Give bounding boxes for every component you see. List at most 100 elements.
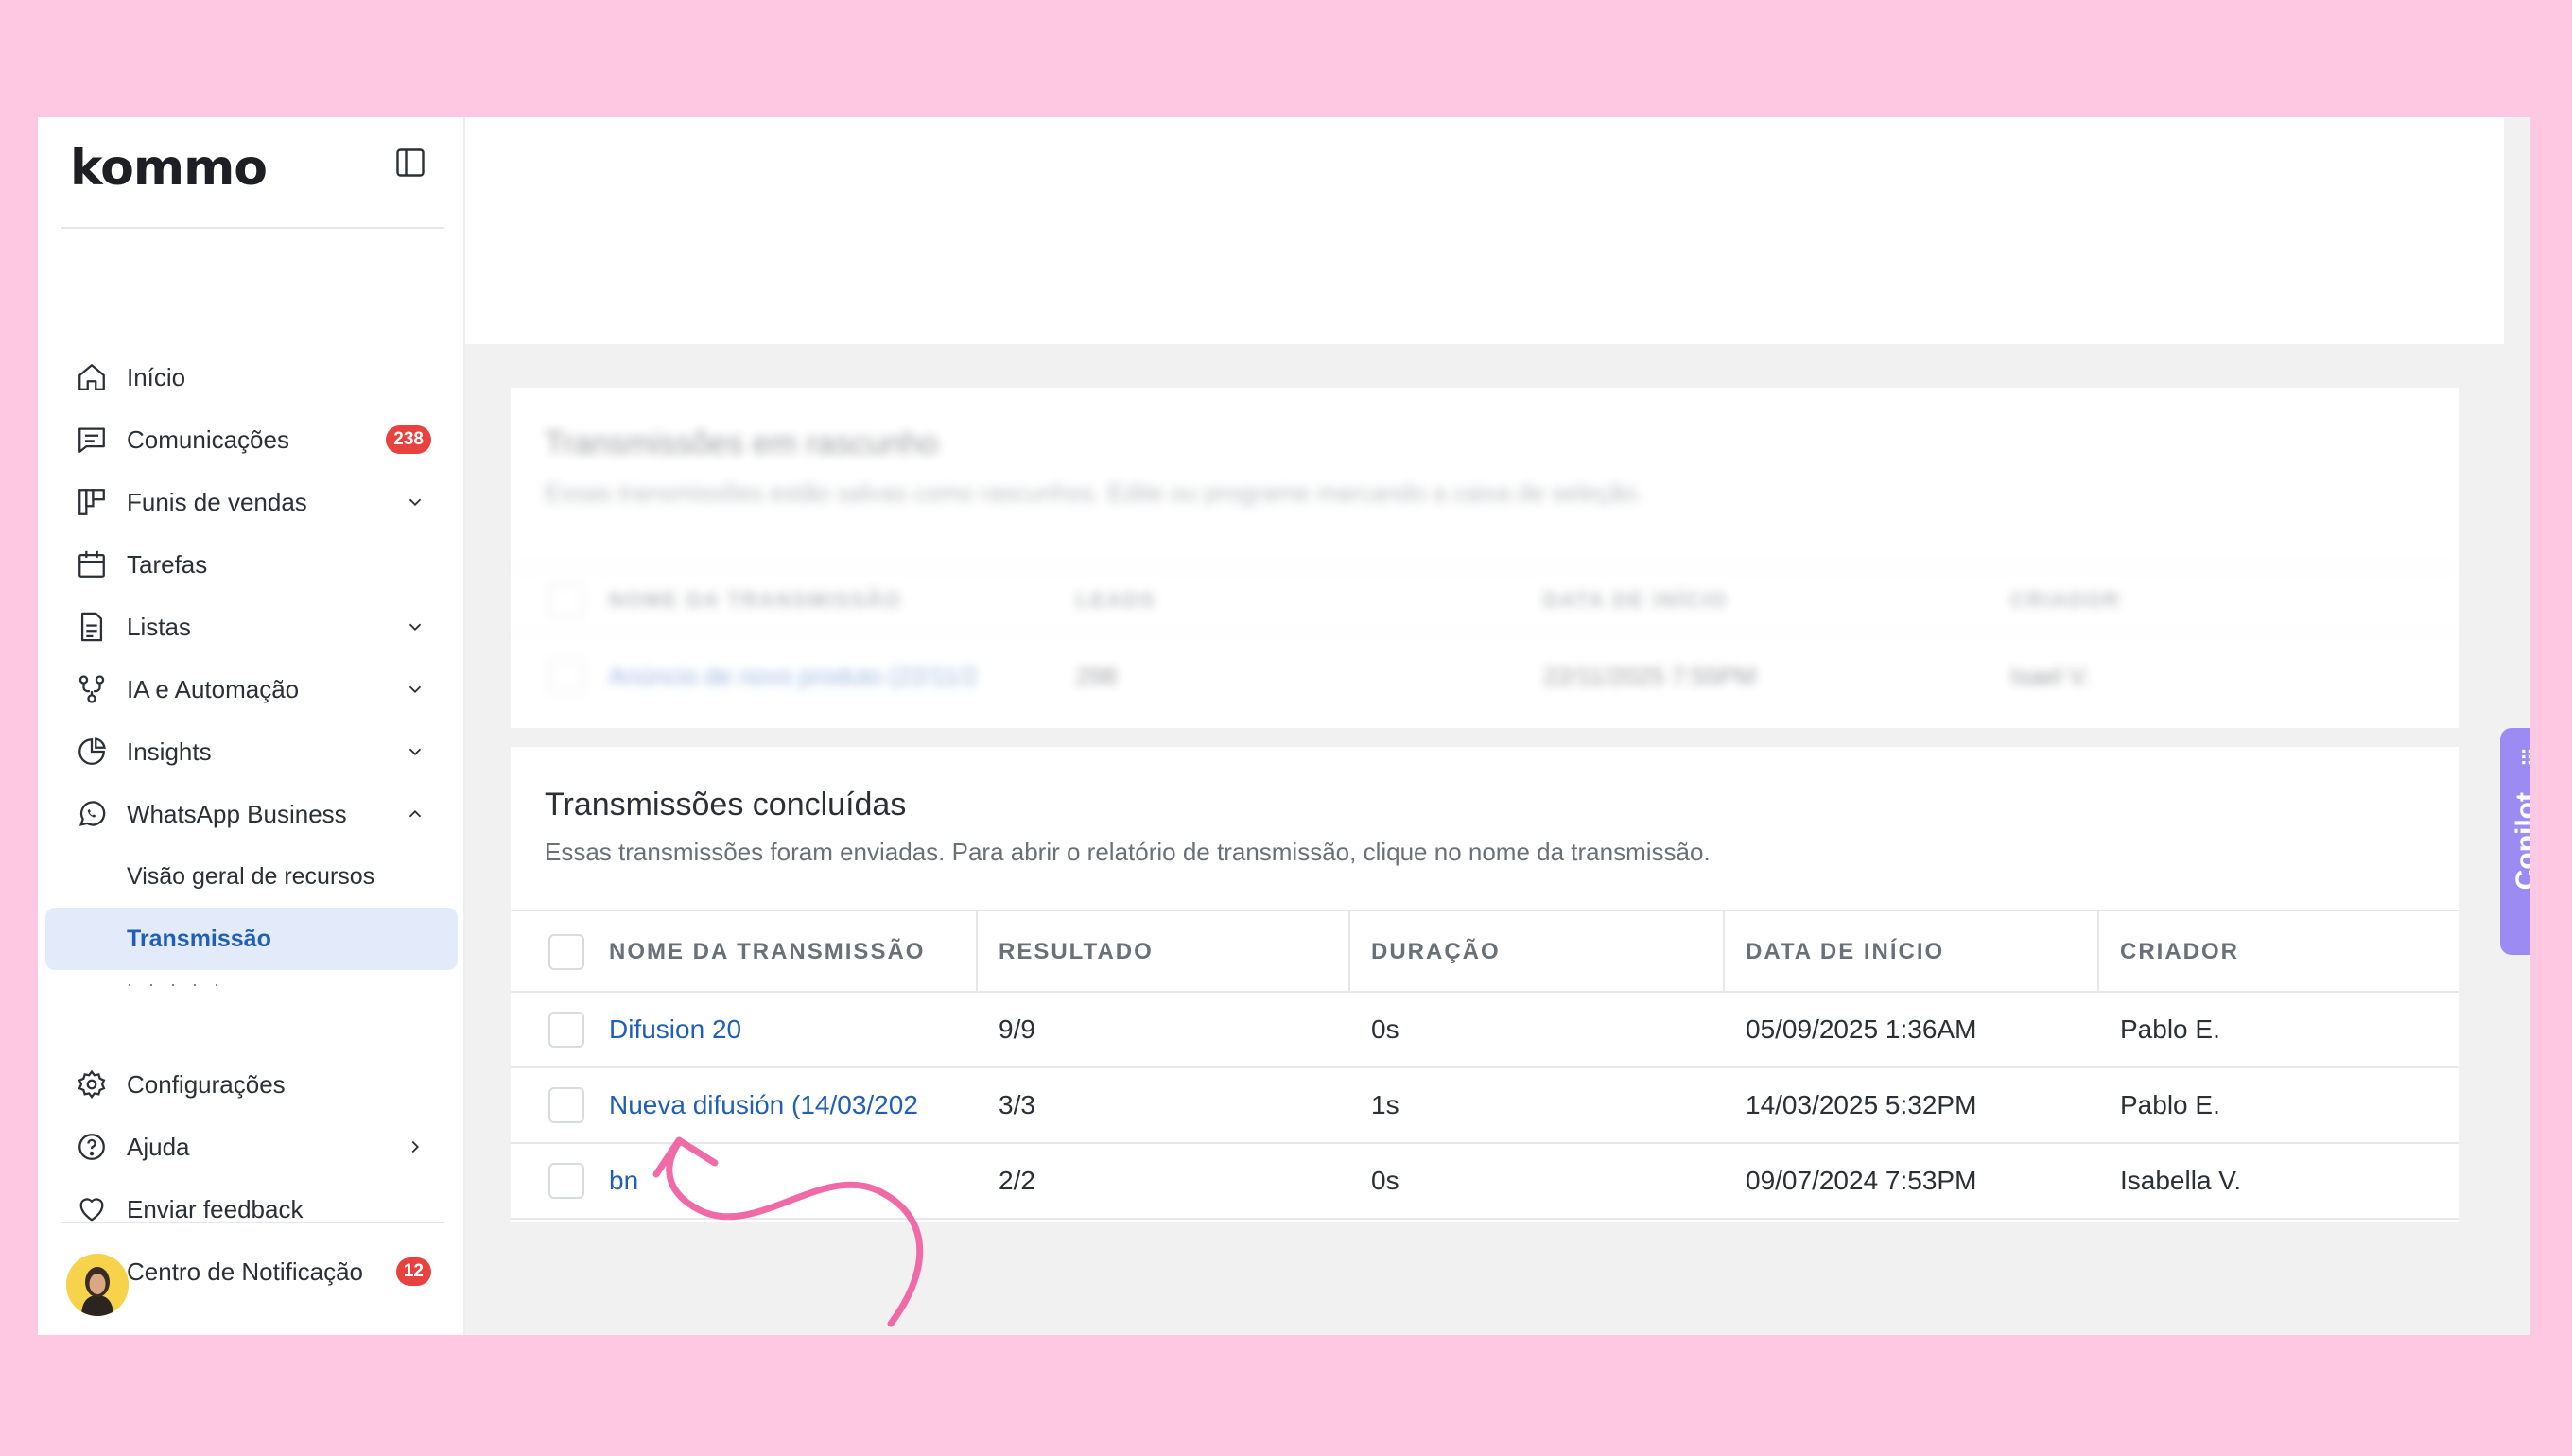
copilot-tab[interactable]: ⠿ Copilot	[2500, 728, 2530, 955]
start-date-cell: 14/03/2025 5:32PM	[1746, 1090, 1977, 1119]
top-card	[465, 117, 2504, 344]
table-row[interactable]: bn 2/2 0s 09/07/2024 7:53PM Isabella V.	[511, 1144, 2459, 1220]
whatsapp-icon	[74, 796, 110, 832]
section-title: Transmissões concluídas	[545, 787, 907, 823]
column-header: NOME DA TRANSMISSÃO	[609, 588, 902, 612]
result-cell: 9/9	[999, 1014, 1035, 1044]
section-subtitle: Essas transmissões foram enviadas. Para …	[545, 838, 1711, 866]
creator-cell: Pablo E.	[2120, 1090, 2220, 1119]
start-date-cell: 05/09/2025 1:36AM	[1746, 1014, 1977, 1044]
list-icon	[74, 609, 110, 645]
calendar-icon	[74, 546, 110, 582]
sidebar-item-insights[interactable]: Insights	[45, 720, 458, 783]
row-checkbox[interactable]	[548, 1012, 584, 1048]
select-all-checkbox[interactable]	[548, 582, 584, 618]
sidebar-item-label: Tarefas	[127, 549, 208, 579]
sidebar-item-ajuda[interactable]: Ajuda	[45, 1116, 458, 1178]
chevron-down-icon[interactable]	[401, 675, 429, 703]
duration-cell: 0s	[1371, 1166, 1399, 1195]
column-header: LEADS	[1076, 588, 1156, 612]
table-row[interactable]: Nueva difusión (14/03/202 3/3 1s 14/03/2…	[511, 1068, 2459, 1144]
sidebar-item-tarefas[interactable]: Tarefas	[45, 533, 458, 596]
chevron-up-icon[interactable]	[401, 800, 429, 828]
sidebar-item-label: Centro de Notificação	[127, 1257, 364, 1286]
app-window: kommo Início Comunicações 238 Funis de v…	[38, 117, 2530, 1335]
column-header-creator[interactable]: CRIADOR	[2099, 911, 2459, 993]
sidebar-item-label: Ajuda	[127, 1132, 190, 1161]
sidebar-divider	[61, 1222, 444, 1223]
broadcast-name-link[interactable]: Anúncio de novo produto (22/11/2	[609, 662, 978, 691]
panel-icon	[396, 148, 425, 177]
sidebar-item-label: Início	[127, 362, 186, 391]
drag-handle-icon[interactable]: ⠿	[2519, 749, 2530, 770]
leads-count: 298	[1076, 661, 1118, 690]
sidebar-item-label: Funis de vendas	[127, 487, 307, 516]
avatar[interactable]	[66, 1254, 129, 1316]
sidebar-item-label: IA e Automação	[127, 674, 300, 703]
column-header: DATA DE INÍCIO	[1543, 588, 1729, 612]
sidebar-item-label: Listas	[127, 612, 191, 641]
duration-cell: 0s	[1371, 1014, 1399, 1044]
sidebar-item-listas[interactable]: Listas	[45, 596, 458, 658]
duration-cell: 1s	[1371, 1090, 1399, 1119]
sidebar-item-label: Comunicações	[127, 425, 289, 454]
start-date: 22/11/2025 7:55PM	[1543, 661, 1757, 690]
row-checkbox[interactable]	[548, 658, 584, 694]
sidebar-item-inicio[interactable]: Início	[45, 346, 458, 408]
sidebar-subitem-visao-geral[interactable]: Visão geral de recursos	[45, 845, 458, 908]
chevron-right-icon[interactable]	[401, 1133, 429, 1161]
sidebar-item-enviar-feedback[interactable]: Enviar feedback	[45, 1178, 458, 1240]
pipeline-icon	[74, 484, 110, 520]
completed-broadcasts-table: NOME DA TRANSMISSÃO RESULTADO DURAÇÃO DA…	[511, 910, 2459, 1220]
chat-icon	[74, 422, 110, 458]
logo-text: kommo	[70, 140, 268, 197]
creator: Isael V.	[2010, 661, 2091, 690]
broadcast-name-link[interactable]: Nueva difusión (14/03/202	[588, 1068, 978, 1142]
column-header-result[interactable]: RESULTADO	[978, 911, 1350, 993]
sidebar-subitem-transmissao[interactable]: Transmissão	[45, 908, 458, 970]
sidebar-item-ia-automacao[interactable]: IA e Automação	[45, 658, 458, 720]
select-all-checkbox[interactable]	[548, 934, 584, 970]
notification-badge: 12	[395, 1257, 431, 1286]
chevron-down-icon[interactable]	[401, 613, 429, 641]
user-avatar-icon	[66, 1254, 129, 1316]
sidebar-subitem-truncated[interactable]: · · · · ·	[45, 970, 458, 995]
sidebar-item-comunicacoes[interactable]: Comunicações 238	[45, 408, 458, 471]
sidebar-item-label: Insights	[127, 737, 212, 766]
help-icon	[74, 1129, 110, 1165]
sidebar-item-configuracoes[interactable]: Configurações	[45, 1053, 458, 1116]
column-header: CRIADOR	[2010, 588, 2121, 612]
pie-chart-icon	[74, 734, 110, 770]
table-header: NOME DA TRANSMISSÃO LEADS DATA DE INÍCIO…	[511, 565, 2459, 635]
unread-badge: 238	[386, 425, 431, 454]
gear-icon	[74, 1066, 110, 1102]
table-header: NOME DA TRANSMISSÃO RESULTADO DURAÇÃO DA…	[511, 910, 2459, 993]
table-row[interactable]: Anúncio de novo produto (22/11/2 298 22/…	[511, 641, 2459, 711]
column-header-duration[interactable]: DURAÇÃO	[1350, 911, 1725, 993]
sidebar-item-label: Configurações	[127, 1069, 286, 1099]
chevron-down-icon[interactable]	[401, 488, 429, 516]
automation-icon	[74, 671, 110, 707]
completed-broadcasts-section: Transmissões concluídas Essas transmissõ…	[511, 747, 2459, 1222]
table-row[interactable]: Difusion 20 9/9 0s 05/09/2025 1:36AM Pab…	[511, 993, 2459, 1068]
broadcast-name-link[interactable]: Difusion 20	[588, 993, 978, 1066]
row-checkbox[interactable]	[548, 1087, 584, 1123]
copilot-label: Copilot	[2511, 792, 2530, 891]
sidebar-divider	[61, 227, 444, 229]
sidebar-item-label: WhatsApp Business	[127, 799, 347, 828]
column-header-start[interactable]: DATA DE INÍCIO	[1725, 911, 2099, 993]
start-date-cell: 09/07/2024 7:53PM	[1746, 1166, 1977, 1195]
creator-cell: Isabella V.	[2120, 1166, 2242, 1195]
kommo-logo[interactable]: kommo	[70, 138, 268, 199]
sidebar-item-funis[interactable]: Funis de vendas	[45, 471, 458, 533]
main-content: Transmissões em rascunho Essas transmiss…	[465, 117, 2530, 1335]
broadcast-name-link[interactable]: bn	[588, 1144, 978, 1218]
home-icon	[74, 359, 110, 395]
row-checkbox[interactable]	[548, 1163, 584, 1199]
column-header-name[interactable]: NOME DA TRANSMISSÃO	[588, 911, 978, 993]
creator-cell: Pablo E.	[2120, 1014, 2220, 1044]
chevron-down-icon[interactable]	[401, 737, 429, 766]
main-nav: Início Comunicações 238 Funis de vendas …	[45, 346, 458, 995]
sidebar-item-whatsapp-business[interactable]: WhatsApp Business	[45, 783, 458, 845]
sidebar-collapse-button[interactable]	[391, 144, 429, 182]
